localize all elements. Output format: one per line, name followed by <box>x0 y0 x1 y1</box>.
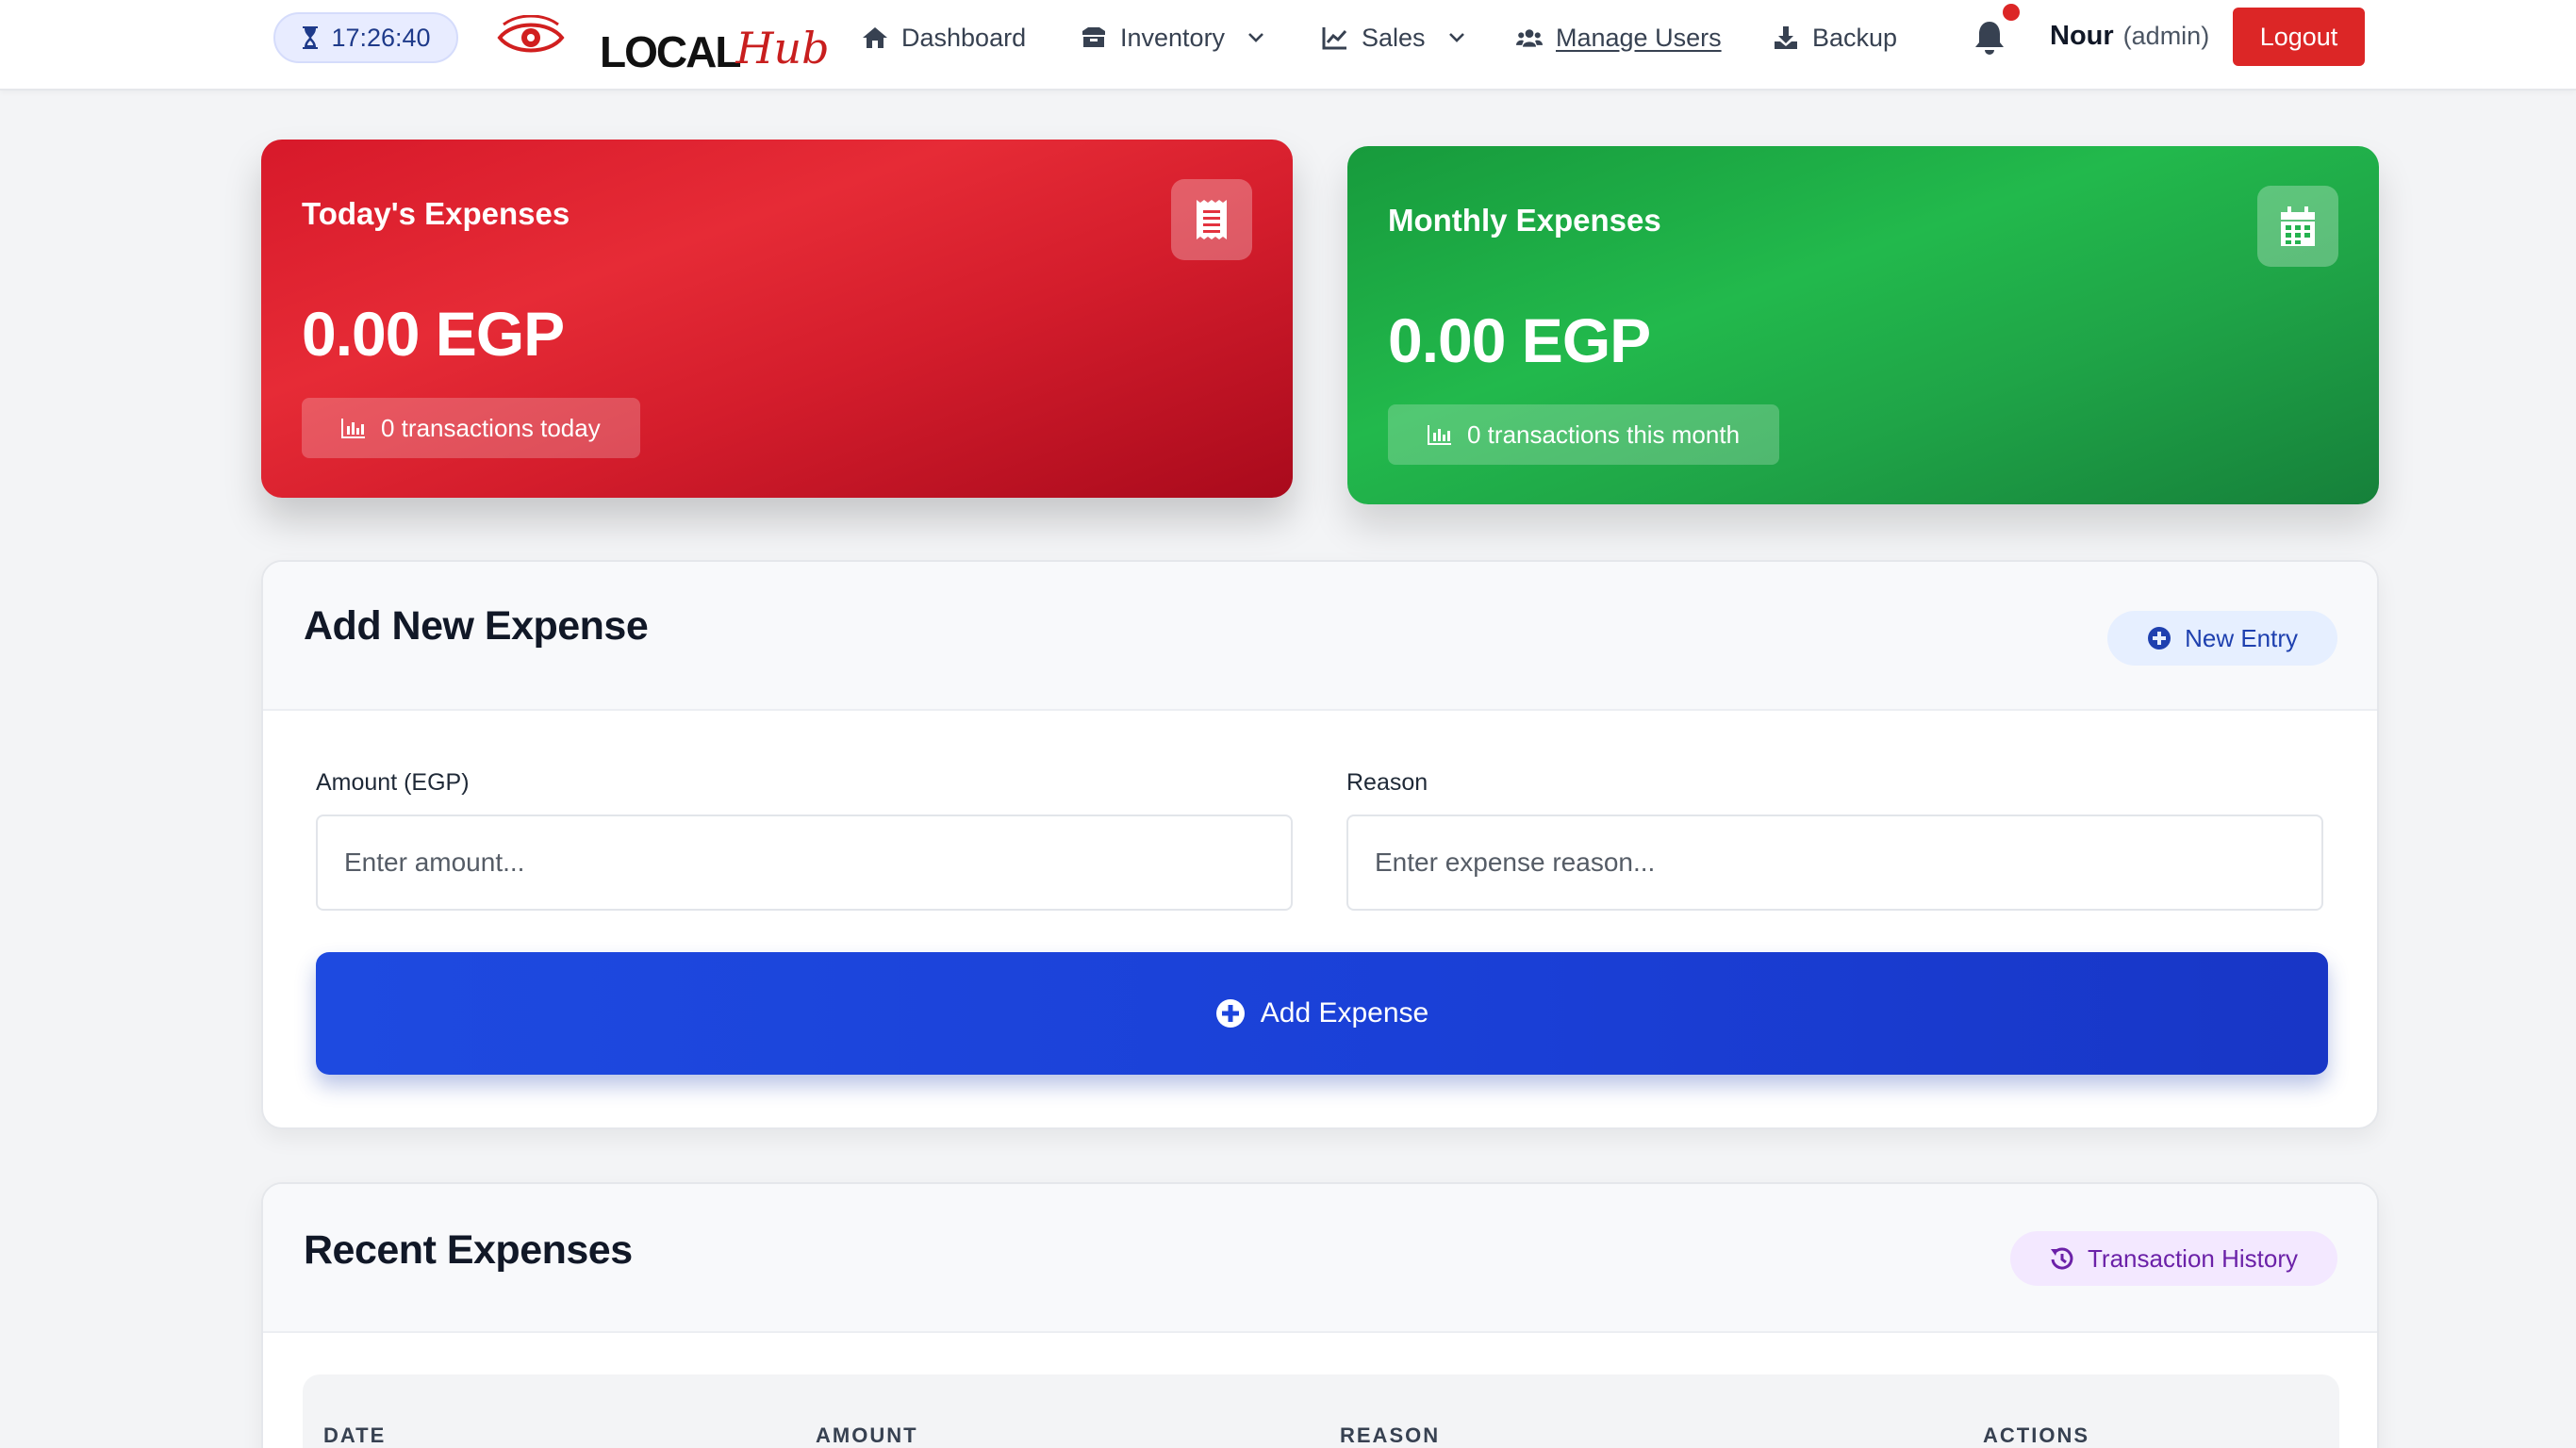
monthly-expenses-icon-box <box>2257 186 2338 267</box>
logo-text-hub: Hub <box>735 23 830 74</box>
monthly-transactions-text: 0 transactions this month <box>1467 420 1741 449</box>
chart-line-icon <box>1322 27 1347 50</box>
clock-badge: 17:26:40 <box>273 12 458 63</box>
todays-expenses-icon-box <box>1171 179 1252 260</box>
column-header-amount[interactable]: AMOUNT <box>816 1423 918 1448</box>
nav-manage-users[interactable]: Manage Users <box>1516 17 1722 58</box>
history-icon <box>2051 1247 2073 1270</box>
column-header-date[interactable]: DATE <box>323 1423 386 1448</box>
logo-text-local: LOCAL <box>600 27 741 76</box>
recent-expenses-header: Recent Expenses Transaction History <box>263 1184 2377 1333</box>
column-header-actions: ACTIONS <box>1983 1423 2089 1447</box>
monthly-expenses-title: Monthly Expenses <box>1388 203 1661 238</box>
clock-time: 17:26:40 <box>331 23 431 52</box>
nav-backup-label: Backup <box>1812 23 1898 52</box>
add-expense-button[interactable]: Add Expense <box>316 952 2328 1075</box>
notification-dot <box>2003 4 2020 21</box>
expenses-table-header: DATE AMOUNT REASON ACTIONS <box>303 1374 2339 1448</box>
column-header-reason[interactable]: REASON <box>1340 1423 1440 1448</box>
user-name: Nour <box>2050 21 2114 51</box>
nav-inventory[interactable]: Inventory <box>1081 17 1264 58</box>
todays-expenses-card: Today's Expenses 0.00 EGP 0 transactions… <box>261 140 1293 498</box>
todays-expenses-value: 0.00 EGP <box>302 299 565 369</box>
new-entry-button[interactable]: New Entry <box>2107 611 2337 666</box>
monthly-expenses-value: 0.00 EGP <box>1388 305 1651 375</box>
plus-circle-icon <box>2148 627 2171 650</box>
receipt-icon <box>1197 200 1227 239</box>
nav-dashboard-label: Dashboard <box>901 23 1027 52</box>
amount-input[interactable] <box>316 814 1293 911</box>
transaction-history-button[interactable]: Transaction History <box>2010 1231 2337 1286</box>
monthly-expenses-card: Monthly Expenses 0.00 EGP 0 transactions… <box>1347 146 2379 504</box>
nav-backup[interactable]: Backup <box>1773 17 1897 58</box>
add-expense-panel: Add New Expense New Entry Amount (EGP) R… <box>261 560 2379 1129</box>
new-entry-label: New Entry <box>2185 623 2298 652</box>
nav-sales[interactable]: Sales <box>1322 17 1465 58</box>
app-logo[interactable]: LOCAL Hub <box>600 8 830 74</box>
home-icon <box>863 27 887 48</box>
amount-label: Amount (EGP) <box>316 769 470 796</box>
bar-chart-icon <box>341 419 365 438</box>
users-icon <box>1516 29 1543 47</box>
add-expense-header: Add New Expense New Entry <box>263 562 2377 711</box>
todays-transactions-badge: 0 transactions today <box>302 398 640 458</box>
nav-dashboard[interactable]: Dashboard <box>862 17 1026 58</box>
calendar-icon <box>2281 206 2315 246</box>
bar-chart-icon <box>1428 425 1451 445</box>
logo-eye-icon <box>497 15 565 53</box>
chevron-down-icon <box>1248 33 1263 42</box>
chevron-down-icon <box>1448 33 1464 42</box>
top-navbar: 17:26:40 LOCAL Hub Dashboard Inventory S… <box>0 0 2576 90</box>
todays-transactions-text: 0 transactions today <box>381 413 601 442</box>
recent-expenses-panel: Recent Expenses Transaction History DATE… <box>261 1182 2379 1448</box>
nav-inventory-label: Inventory <box>1120 23 1226 52</box>
bell-icon[interactable] <box>1973 19 2006 57</box>
logout-button[interactable]: Logout <box>2233 8 2365 66</box>
user-role: (admin) <box>2122 22 2210 50</box>
recent-expenses-title: Recent Expenses <box>304 1227 633 1273</box>
add-expense-button-label: Add Expense <box>1260 997 1429 1028</box>
reason-label: Reason <box>1346 769 1428 796</box>
nav-sales-label: Sales <box>1362 23 1426 52</box>
nav-manage-users-label: Manage Users <box>1556 23 1722 52</box>
user-info: Nour (admin) <box>2050 21 2209 52</box>
add-expense-title: Add New Expense <box>304 603 649 649</box>
transaction-history-label: Transaction History <box>2088 1243 2298 1273</box>
todays-expenses-title: Today's Expenses <box>302 196 570 231</box>
monthly-transactions-badge: 0 transactions this month <box>1388 404 1780 465</box>
download-icon <box>1775 26 1797 49</box>
plus-circle-icon <box>1215 999 1245 1028</box>
boxes-icon <box>1082 27 1105 47</box>
hourglass-icon <box>303 26 319 49</box>
reason-input[interactable] <box>1346 814 2323 911</box>
